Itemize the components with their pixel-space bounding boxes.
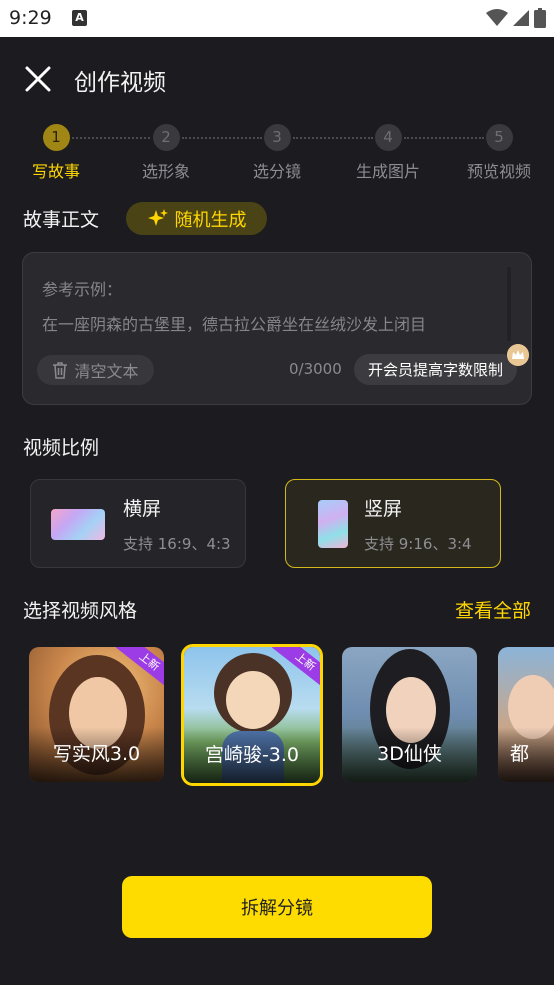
- split-storyboard-label: 拆解分镜: [241, 898, 313, 919]
- split-storyboard-button[interactable]: 拆解分镜: [122, 876, 432, 938]
- story-placeholder: 参考示例： 在一座阴森的古堡里，德古拉公爵坐在丝绒沙发上闭目: [42, 272, 507, 358]
- ratio-name: 横屏: [123, 498, 162, 520]
- scrollbar[interactable]: [507, 267, 511, 341]
- random-generate-button[interactable]: 随机生成: [126, 202, 267, 235]
- ratio-portrait-card[interactable]: 竖屏 支持 9:16、3:4: [285, 479, 501, 568]
- step-number: 3: [263, 124, 291, 151]
- close-icon[interactable]: [24, 65, 52, 93]
- story-input[interactable]: 参考示例： 在一座阴森的古堡里，德古拉公爵坐在丝绒沙发上闭目 清空文本 0/30…: [22, 252, 532, 405]
- step-number: 5: [485, 124, 513, 151]
- sparkle-icon: [147, 208, 168, 226]
- style-name: 都: [510, 743, 530, 765]
- placeholder-line: 参考示例：: [42, 280, 123, 299]
- ratio-sub: 支持 9:16、3:4: [364, 535, 472, 553]
- style-section-title: 选择视频风格: [23, 600, 138, 622]
- portrait-icon: [318, 500, 348, 548]
- step-choose-storyboard[interactable]: 3 选分镜: [232, 124, 322, 182]
- step-write-story[interactable]: 1 写故事: [11, 124, 101, 182]
- status-bar: 9:29 A: [0, 0, 554, 37]
- step-number: 4: [374, 124, 402, 151]
- ratio-section-title: 视频比例: [23, 437, 100, 459]
- style-card-partial[interactable]: 都: [498, 647, 554, 782]
- step-label: 生成图片: [355, 162, 420, 181]
- style-card-miyazaki[interactable]: 上新 宫崎骏-3.0: [181, 644, 323, 786]
- step-label: 选形象: [141, 162, 190, 181]
- step-number: 1: [42, 124, 70, 151]
- step-number: 2: [152, 124, 180, 151]
- style-name: 3D仙侠: [377, 743, 442, 765]
- style-name: 写实风3.0: [52, 743, 141, 765]
- char-count: 0/3000: [289, 360, 342, 378]
- crown-icon: [507, 344, 529, 366]
- trash-icon: [53, 362, 68, 379]
- style-card-realistic[interactable]: 上新 写实风3.0: [29, 647, 164, 782]
- ratio-name: 竖屏: [364, 498, 403, 520]
- placeholder-line: 在一座阴森的古堡里，德古拉公爵坐在丝绒沙发上闭目: [42, 315, 427, 334]
- landscape-icon: [51, 509, 105, 540]
- style-card-3d-xianxia[interactable]: 3D仙侠: [342, 647, 477, 782]
- random-generate-label: 随机生成: [174, 209, 247, 231]
- step-generate-images[interactable]: 4 生成图片: [343, 124, 433, 182]
- step-preview-video[interactable]: 5 预览视频: [454, 124, 544, 182]
- portrait-face: [226, 671, 280, 729]
- step-label: 预览视频: [466, 162, 531, 181]
- vip-upgrade-button[interactable]: 开会员提高字数限制: [354, 354, 517, 385]
- step-label: 写故事: [31, 162, 80, 181]
- battery-icon: [534, 8, 546, 28]
- story-section-title: 故事正文: [23, 209, 100, 231]
- signal-icon: [513, 10, 529, 26]
- status-time: 9:29: [9, 7, 52, 29]
- style-carousel[interactable]: 上新 写实风3.0 上新 宫崎骏-3.0 3D仙侠 都: [0, 644, 554, 789]
- page-title: 创作视频: [74, 70, 166, 96]
- wifi-icon: [486, 9, 508, 26]
- status-icons: [486, 8, 546, 28]
- step-label: 选分镜: [252, 162, 301, 181]
- vip-upgrade-label: 开会员提高字数限制: [367, 361, 503, 379]
- step-choose-character[interactable]: 2 选形象: [121, 124, 211, 182]
- style-name: 宫崎骏-3.0: [204, 744, 300, 766]
- see-all-link[interactable]: 查看全部: [455, 596, 531, 623]
- ratio-sub: 支持 16:9、4:3: [123, 535, 231, 553]
- ratio-landscape-card[interactable]: 横屏 支持 16:9、4:3: [30, 479, 246, 568]
- clear-text-label: 清空文本: [74, 362, 139, 381]
- a-icon: A: [72, 10, 87, 26]
- clear-text-button[interactable]: 清空文本: [37, 355, 154, 385]
- header: 创作视频: [0, 37, 554, 119]
- stepper: 1 写故事 2 选形象 3 选分镜 4 生成图片 5 预览视频: [0, 124, 554, 184]
